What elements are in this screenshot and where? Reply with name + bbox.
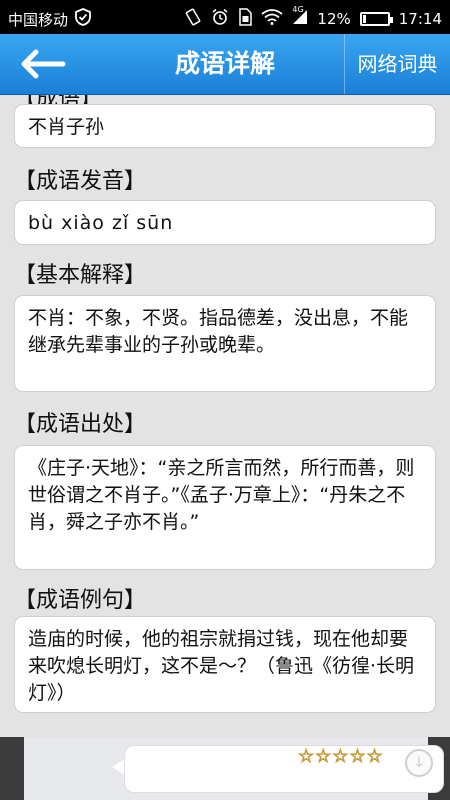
pronunciation-heading: 【成语发音】 bbox=[14, 169, 147, 194]
idiom-value: 不肖子孙 bbox=[28, 116, 105, 138]
meaning-heading: 【基本解释】 bbox=[14, 263, 147, 288]
meaning-box: 不肖：不象，不贤。指品德差，没出息，不能继承先辈事业的子孙或晚辈。 bbox=[14, 295, 436, 392]
idiom-detail-content[interactable]: 【成语】 不肖子孙 【成语发音】 bù xiào zǐ sūn 【基本解释】 不… bbox=[0, 95, 450, 737]
app-header: 成语详解 网络词典 bbox=[0, 34, 450, 95]
battery-percent: 12% bbox=[317, 10, 351, 28]
ad-banner[interactable]: ☆☆☆☆☆ ↓ bbox=[24, 737, 444, 800]
meaning-value: 不肖：不象，不贤。指品德差，没出息，不能继承先辈事业的子孙或晚辈。 bbox=[28, 307, 409, 356]
network-dictionary-button[interactable]: 网络词典 bbox=[344, 34, 450, 94]
vibrate-icon bbox=[184, 8, 202, 30]
source-value: 《庄子·天地》：“亲之所言而然，所行而善，则世俗谓之不肖子。”《孟子·万章上》：… bbox=[28, 457, 415, 533]
example-heading: 【成语例句】 bbox=[14, 588, 147, 613]
sim-icon bbox=[238, 8, 253, 30]
ad-bubble[interactable] bbox=[124, 745, 444, 793]
pronunciation-value: bù xiào zǐ sūn bbox=[28, 212, 174, 234]
source-box: 《庄子·天地》：“亲之所言而然，所行而善，则世俗谓之不肖子。”《孟子·万章上》：… bbox=[14, 445, 436, 570]
download-icon[interactable]: ↓ bbox=[405, 749, 433, 777]
back-arrow-icon bbox=[21, 49, 66, 79]
status-bar: 中国移动 4G 12% 17:14 bbox=[0, 0, 450, 34]
example-value: 造庙的时候，他的祖宗就捐过钱，现在他却要来吹熄长明灯，这不是～？（鲁迅《彷徨·长… bbox=[28, 628, 415, 704]
clock: 17:14 bbox=[398, 10, 442, 28]
source-heading: 【成语出处】 bbox=[14, 412, 147, 437]
carrier-label: 中国移动 bbox=[8, 10, 69, 29]
battery-icon bbox=[359, 12, 393, 26]
back-button[interactable] bbox=[0, 34, 86, 94]
rating-stars: ☆☆☆☆☆ bbox=[298, 746, 384, 768]
signal-icon: 4G bbox=[292, 5, 308, 29]
wifi-icon bbox=[261, 9, 283, 29]
network-type-label: 4G bbox=[292, 5, 304, 14]
pronunciation-box: bù xiào zǐ sūn bbox=[14, 200, 436, 245]
shield-check-icon bbox=[74, 8, 92, 30]
example-box: 造庙的时候，他的祖宗就捐过钱，现在他却要来吹熄长明灯，这不是～？（鲁迅《彷徨·长… bbox=[14, 616, 436, 713]
idiom-value-box: 不肖子孙 bbox=[14, 104, 436, 148]
bottom-ad-bar: ☆☆☆☆☆ ↓ bbox=[0, 737, 450, 800]
alarm-icon bbox=[211, 8, 229, 30]
